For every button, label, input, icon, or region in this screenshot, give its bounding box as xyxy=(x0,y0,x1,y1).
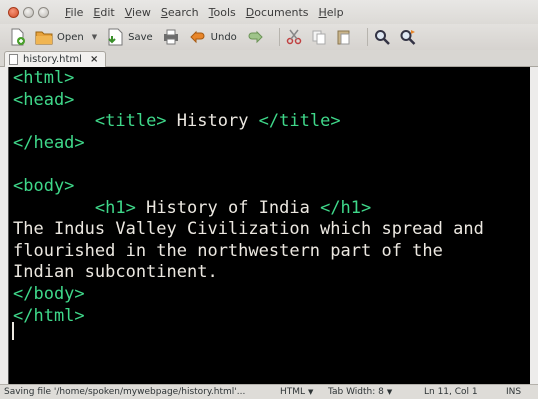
code-text: History of India xyxy=(135,197,321,218)
copy-button[interactable] xyxy=(311,26,327,48)
search-replace-icon xyxy=(400,30,416,45)
html-tag: <title> xyxy=(94,111,167,132)
tab-label: history.html xyxy=(23,54,82,65)
menu-documents[interactable]: Documents xyxy=(246,6,309,19)
code-line[interactable]: <title> History </title> xyxy=(13,111,484,133)
code-text: History xyxy=(166,111,259,132)
toolbar-separator xyxy=(278,28,280,46)
document-icon xyxy=(9,54,18,65)
document-tab-bar: history.html × xyxy=(0,50,538,67)
code-line[interactable]: </body> xyxy=(13,284,484,306)
redo-button[interactable] xyxy=(246,26,264,48)
menu-search[interactable]: Search xyxy=(161,6,199,19)
tab-width-selector[interactable]: Tab Width: 8 ▼ xyxy=(328,387,392,397)
html-tag: </head> xyxy=(13,132,85,153)
html-tag: <html> xyxy=(13,68,75,88)
find-button[interactable] xyxy=(374,26,390,48)
copy-icon xyxy=(312,30,326,45)
folder-open-icon xyxy=(35,31,53,45)
code-line[interactable]: <head> xyxy=(13,90,484,112)
chevron-down-icon: ▼ xyxy=(386,388,393,396)
code-line[interactable]: <h1> History of India </h1> xyxy=(13,198,484,220)
menu-file[interactable]: File xyxy=(65,6,83,19)
code-line[interactable]: </head> xyxy=(13,133,484,155)
code-line[interactable]: </html> xyxy=(13,306,484,328)
menu-edit[interactable]: Edit xyxy=(93,6,114,19)
menu-bar: File Edit View Search Tools Documents He… xyxy=(0,0,538,24)
redo-icon xyxy=(248,30,263,44)
save-button[interactable]: Save xyxy=(106,26,153,48)
menu-list: File Edit View Search Tools Documents He… xyxy=(65,6,354,19)
code-line[interactable] xyxy=(13,154,484,176)
code-line[interactable]: The Indus Valley Civilization which spre… xyxy=(13,219,484,241)
new-button[interactable] xyxy=(8,26,26,48)
scissors-icon xyxy=(286,29,302,45)
print-button[interactable] xyxy=(162,26,180,48)
text-cursor xyxy=(12,322,14,340)
html-tag: </body> xyxy=(13,283,85,304)
window-close-icon[interactable] xyxy=(8,6,19,18)
open-button[interactable]: Open ▼ xyxy=(35,26,97,48)
printer-icon xyxy=(163,29,178,45)
toolbar: Open ▼ Save Undo xyxy=(0,24,538,50)
html-tag: <body> xyxy=(13,175,75,196)
find-replace-button[interactable] xyxy=(399,26,417,48)
html-tag: <h1> xyxy=(94,197,136,218)
code-text: flourished in the northwestern part of t… xyxy=(13,240,443,261)
paste-button[interactable] xyxy=(336,26,352,48)
close-icon[interactable]: × xyxy=(90,54,98,65)
chevron-down-icon: ▼ xyxy=(308,388,314,396)
menu-tools[interactable]: Tools xyxy=(209,6,236,19)
text-editor[interactable]: <html> <head> <title> History </title> </h… xyxy=(8,67,530,384)
code-content[interactable]: <html> <head> <title> History </title> </h… xyxy=(13,68,484,327)
menu-view[interactable]: View xyxy=(125,6,151,19)
undo-icon xyxy=(189,30,205,44)
code-line[interactable]: <body> xyxy=(13,176,484,198)
open-dropdown-icon[interactable]: ▼ xyxy=(92,33,97,41)
html-tag: </html> xyxy=(13,305,85,326)
toolbar-separator xyxy=(366,28,368,46)
cut-button[interactable] xyxy=(286,26,302,48)
code-text: The Indus Valley Civilization which spre… xyxy=(13,219,484,240)
tab-history-html[interactable]: history.html × xyxy=(4,51,106,67)
html-tag: <head> xyxy=(13,89,75,110)
search-icon xyxy=(374,30,390,45)
menu-help[interactable]: Help xyxy=(319,6,344,19)
language-selector[interactable]: HTML ▼ xyxy=(280,387,313,397)
save-document-icon xyxy=(108,28,123,46)
html-tag: </title> xyxy=(258,111,341,132)
code-line[interactable]: flourished in the northwestern part of t… xyxy=(13,241,484,263)
status-bar: Saving file '/home/spoken/mywebpage/hist… xyxy=(0,384,538,399)
window-minimize-icon[interactable] xyxy=(23,6,34,18)
new-document-icon xyxy=(11,28,25,46)
clipboard-paste-icon xyxy=(337,30,350,45)
undo-button[interactable]: Undo xyxy=(189,26,237,48)
status-message: Saving file '/home/spoken/mywebpage/hist… xyxy=(4,387,246,397)
window-maximize-icon[interactable] xyxy=(38,6,49,18)
code-line[interactable]: Indian subcontinent. xyxy=(13,262,484,284)
cursor-position: Ln 11, Col 1 xyxy=(424,387,478,397)
code-line[interactable]: <html> xyxy=(13,68,484,90)
html-tag: </h1> xyxy=(320,197,372,218)
insert-mode: INS xyxy=(506,387,522,397)
code-text: Indian subcontinent. xyxy=(13,262,218,283)
